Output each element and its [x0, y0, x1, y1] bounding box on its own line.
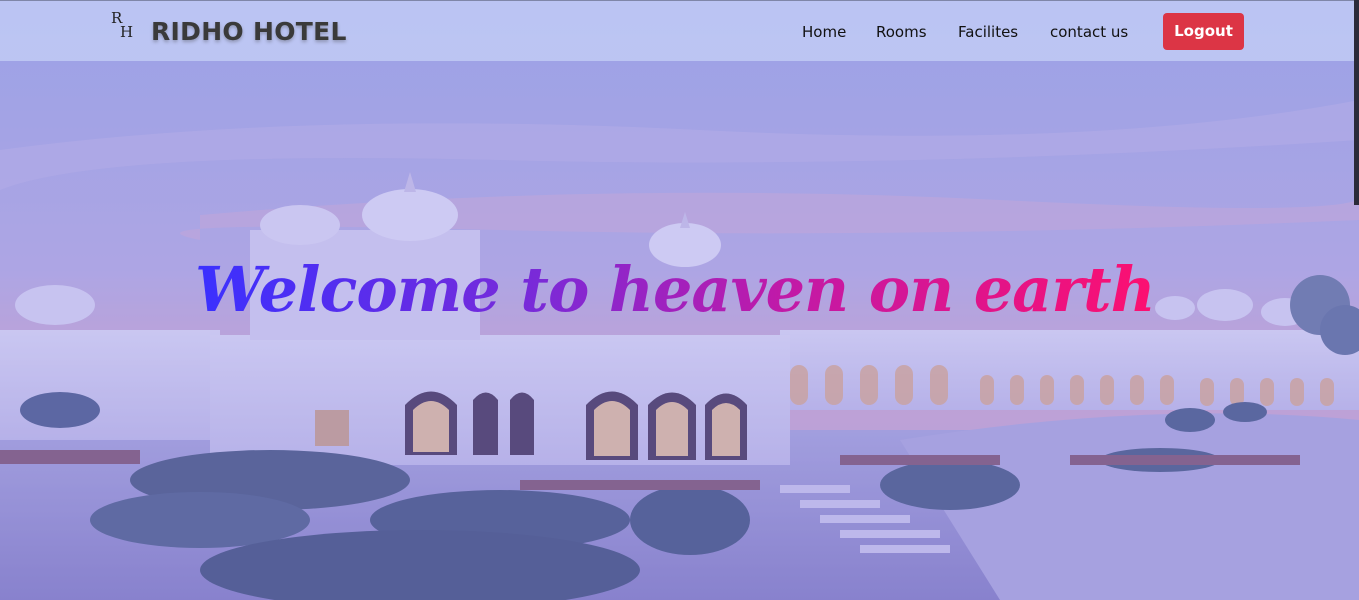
nav-item-rooms[interactable]: Rooms [876, 20, 927, 44]
top-navbar: R H RIDHO HOTEL Home Rooms Facilites con… [0, 0, 1359, 61]
page-scrollbar[interactable] [1354, 0, 1359, 205]
page: R H RIDHO HOTEL Home Rooms Facilites con… [0, 0, 1359, 600]
nav-item-contact-us[interactable]: contact us [1050, 20, 1128, 44]
logout-button[interactable]: Logout [1163, 13, 1244, 50]
brand-logo-icon[interactable]: R H [111, 11, 137, 45]
hero-headline: Welcome to heaven on earth [195, 240, 1170, 340]
brand-name[interactable]: RIDHO HOTEL [151, 15, 347, 49]
nav-item-home[interactable]: Home [802, 20, 846, 44]
logo-letter-h: H [120, 23, 134, 41]
nav-item-facilites[interactable]: Facilites [958, 20, 1018, 44]
